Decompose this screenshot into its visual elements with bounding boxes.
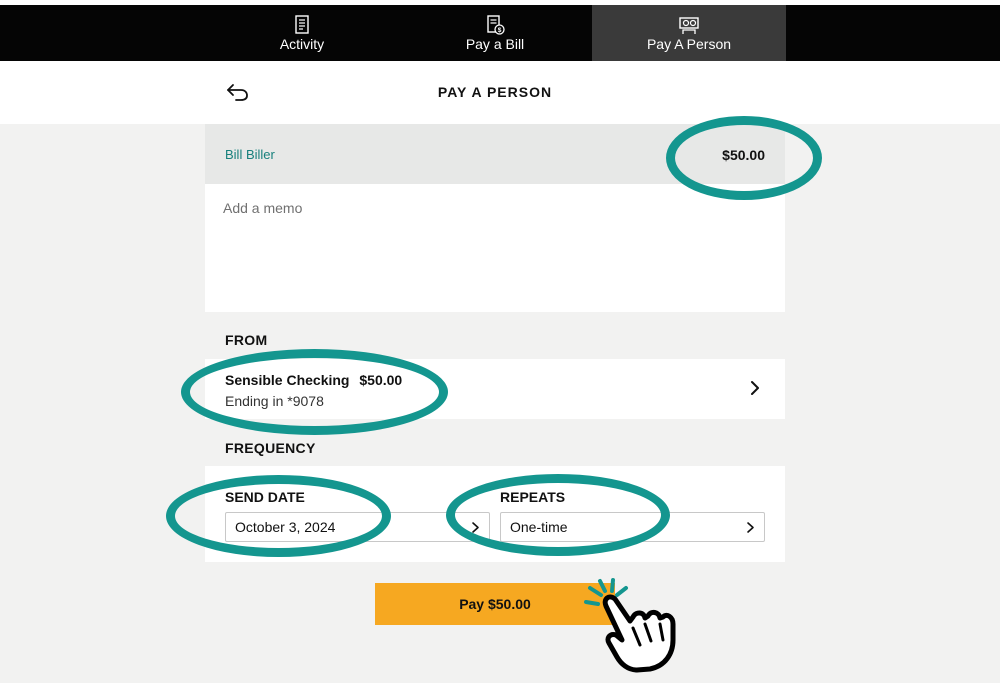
payee-amount-row: Bill Biller $50.00 — [205, 124, 785, 184]
tab-activity-label: Activity — [279, 36, 325, 52]
tab-pay-a-bill-label: Pay a Bill — [465, 36, 525, 52]
receipt-list-icon — [295, 15, 309, 34]
tab-pay-a-person[interactable]: Pay A Person — [592, 5, 786, 61]
pay-button[interactable]: Pay $50.00 — [375, 583, 615, 625]
repeats-value: One-time — [510, 519, 568, 535]
frequency-card: SEND DATE October 3, 2024 REPEATS One-ti… — [205, 466, 785, 562]
from-label: FROM — [225, 332, 268, 348]
from-account-selector[interactable]: Sensible Checking $50.00 Ending in *9078 — [205, 359, 785, 419]
page-header: PAY A PERSON — [0, 61, 1000, 124]
bill-dollar-icon: $ — [487, 15, 505, 35]
page-title: PAY A PERSON — [437, 84, 553, 100]
payee-name: Bill Biller — [225, 147, 275, 162]
person-money-icon — [679, 17, 699, 34]
svg-text:$: $ — [498, 27, 502, 34]
tab-pay-a-bill[interactable]: $ Pay a Bill — [398, 5, 592, 61]
send-date-value: October 3, 2024 — [235, 519, 336, 535]
frequency-label: FREQUENCY — [225, 440, 316, 456]
tab-activity[interactable]: Activity — [205, 5, 399, 61]
send-date-select[interactable]: October 3, 2024 — [225, 512, 490, 542]
send-date-label: SEND DATE — [225, 489, 305, 505]
repeats-select[interactable]: One-time — [500, 512, 765, 542]
tab-pay-a-person-label: Pay A Person — [646, 36, 732, 52]
chevron-right-icon — [472, 522, 479, 533]
amount-input[interactable]: $50.00 — [722, 147, 765, 163]
account-balance: $50.00 — [359, 372, 403, 388]
memo-container — [205, 184, 785, 312]
account-detail: Ending in *9078 — [225, 393, 324, 409]
top-navigation: Activity $ Pay a Bill Pay A Person — [0, 5, 1000, 61]
account-line: Sensible Checking $50.00 — [225, 372, 408, 388]
repeats-label: REPEATS — [500, 489, 566, 505]
chevron-right-icon — [747, 522, 754, 533]
account-name: Sensible Checking — [225, 372, 350, 388]
memo-input[interactable] — [223, 200, 763, 300]
chevron-right-icon — [751, 381, 759, 395]
